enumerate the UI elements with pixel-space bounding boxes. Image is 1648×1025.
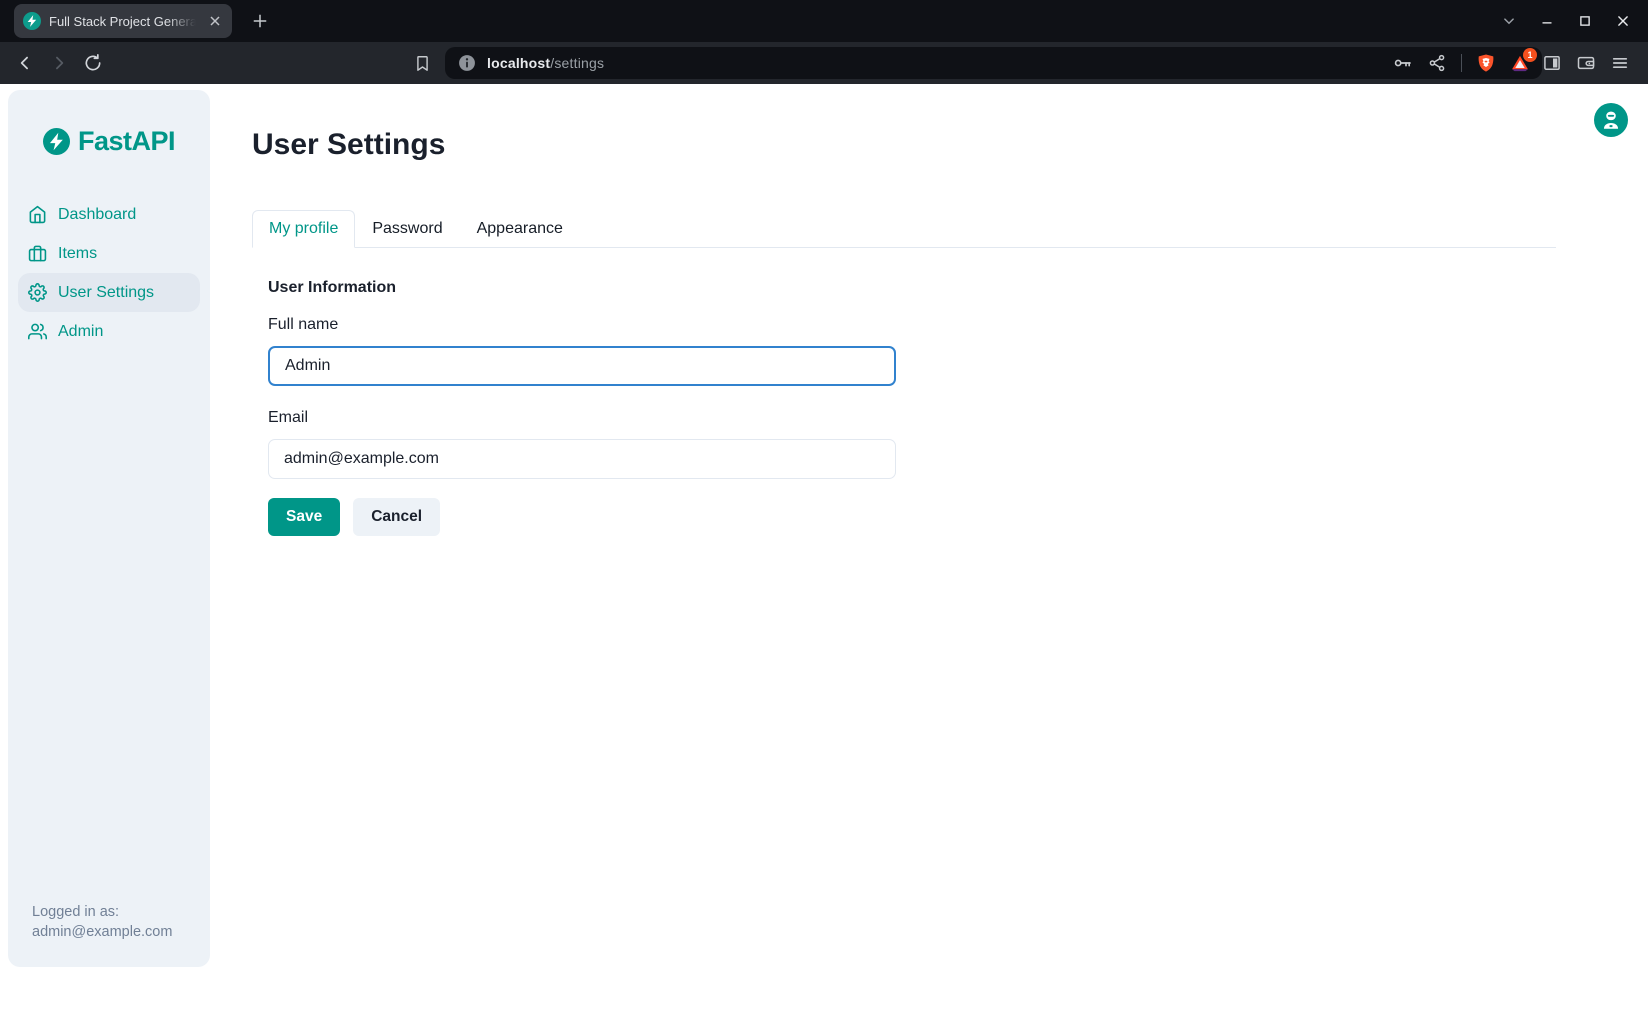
fastapi-logo-text: FastAPI — [78, 126, 175, 157]
url-text: localhost/settings — [487, 55, 604, 71]
settings-tabs: My profile Password Appearance — [252, 210, 1556, 248]
profile-panel: User Information Full name Email Save Ca… — [252, 248, 1556, 536]
full-name-input[interactable] — [268, 346, 896, 386]
email-label: Email — [268, 409, 1556, 427]
sidebar-panel-icon[interactable] — [1542, 53, 1562, 73]
wallet-icon[interactable] — [1576, 53, 1596, 73]
form-actions: Save Cancel — [268, 498, 1556, 536]
sidebar-item-dashboard[interactable]: Dashboard — [18, 195, 200, 234]
save-button[interactable]: Save — [268, 498, 340, 536]
user-menu-button[interactable] — [1594, 103, 1628, 137]
maximize-icon[interactable] — [1574, 10, 1596, 32]
page-title: User Settings — [252, 128, 1556, 162]
rewards-badge: 1 — [1523, 48, 1537, 62]
cancel-button[interactable]: Cancel — [353, 498, 440, 536]
brave-rewards-icon[interactable]: 1 — [1510, 53, 1530, 73]
email-input[interactable] — [268, 439, 896, 479]
share-icon[interactable] — [1427, 53, 1447, 73]
browser-toolbar: localhost/settings 1 — [0, 42, 1648, 84]
logged-in-label: Logged in as: — [32, 902, 196, 923]
users-icon — [28, 322, 47, 341]
fastapi-favicon-icon — [23, 12, 41, 30]
bookmark-icon[interactable] — [409, 50, 435, 76]
browser-tab-bar: Full Stack Project Generator — [0, 0, 1648, 42]
minimize-icon[interactable] — [1536, 10, 1558, 32]
tab-search-chevron-icon[interactable] — [1498, 10, 1520, 32]
url-path: /settings — [550, 55, 604, 71]
home-icon — [28, 205, 47, 224]
browser-tab[interactable]: Full Stack Project Generator — [14, 4, 232, 38]
section-title: User Information — [268, 279, 1556, 297]
main-area: User Settings My profile Password Appear… — [210, 84, 1648, 1025]
sidebar-nav: Dashboard Items User Settings Admin — [8, 195, 210, 351]
sidebar-item-admin[interactable]: Admin — [18, 312, 200, 351]
toolbar-right-actions — [1542, 53, 1636, 73]
user-astronaut-icon — [1600, 109, 1622, 131]
close-icon[interactable] — [1612, 10, 1634, 32]
tab-password[interactable]: Password — [355, 210, 459, 248]
logged-in-email: admin@example.com — [32, 922, 196, 943]
sidebar-item-label: Admin — [58, 323, 103, 341]
fastapi-logo-icon — [43, 128, 70, 155]
sidebar-item-label: Items — [58, 245, 97, 263]
site-info-icon[interactable] — [457, 53, 477, 73]
sidebar-item-label: Dashboard — [58, 206, 136, 224]
forward-icon[interactable] — [46, 50, 72, 76]
url-host: localhost — [487, 55, 550, 71]
back-icon[interactable] — [12, 50, 38, 76]
sidebar-item-items[interactable]: Items — [18, 234, 200, 273]
tab-appearance[interactable]: Appearance — [460, 210, 580, 248]
divider — [1461, 54, 1462, 72]
tab-title: Full Stack Project Generator — [49, 14, 199, 29]
menu-icon[interactable] — [1610, 53, 1630, 73]
address-bar-actions: 1 — [1393, 53, 1530, 73]
fastapi-logo: FastAPI — [8, 126, 210, 157]
sidebar-item-label: User Settings — [58, 284, 154, 302]
gear-icon — [28, 283, 47, 302]
key-icon[interactable] — [1393, 53, 1413, 73]
logged-in-footer: Logged in as: admin@example.com — [8, 902, 210, 967]
new-tab-button[interactable] — [248, 9, 272, 33]
tab-close-icon[interactable] — [207, 13, 223, 29]
brave-shield-icon[interactable] — [1476, 53, 1496, 73]
briefcase-icon — [28, 244, 47, 263]
page-content: FastAPI Dashboard Items User Settings — [0, 84, 1648, 1025]
full-name-label: Full name — [268, 316, 1556, 334]
sidebar-item-user-settings[interactable]: User Settings — [18, 273, 200, 312]
tab-my-profile[interactable]: My profile — [252, 210, 355, 248]
sidebar: FastAPI Dashboard Items User Settings — [8, 90, 210, 967]
window-controls — [1498, 10, 1648, 32]
address-bar[interactable]: localhost/settings 1 — [445, 47, 1542, 79]
reload-icon[interactable] — [80, 50, 106, 76]
